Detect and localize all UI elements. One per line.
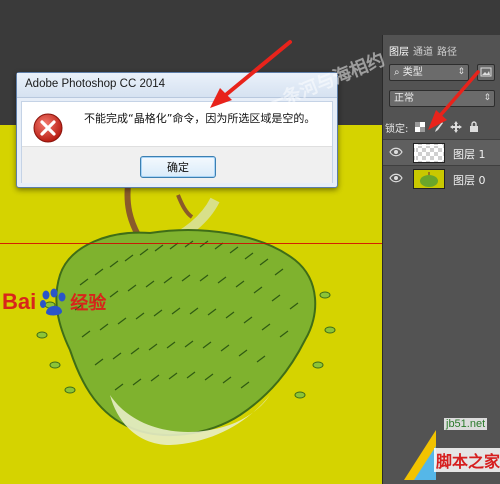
- ok-button[interactable]: 确定: [140, 156, 216, 178]
- layer-filter-select[interactable]: ⌕ 类型 ⇕: [389, 64, 469, 81]
- error-icon: [33, 113, 63, 143]
- watermark-name: 脚本之家: [434, 448, 500, 472]
- blend-mode-value: 正常: [394, 93, 414, 104]
- dialog-title: Adobe Photoshop CC 2014: [25, 78, 166, 90]
- layer-thumbnail-tree: [413, 169, 445, 189]
- tab-layers[interactable]: 图层: [389, 43, 409, 59]
- watermark-corner: jb51.net 脚本之家: [400, 412, 500, 484]
- baidu-logo-text: Bai: [2, 289, 37, 314]
- watermark-site: jb51.net: [444, 418, 488, 430]
- baidu-paw-icon: [40, 288, 66, 316]
- tree-thumbnail-icon: [420, 172, 438, 187]
- layer-name[interactable]: 图层 1: [453, 146, 486, 162]
- move-icon[interactable]: [450, 121, 463, 133]
- brush-icon[interactable]: [432, 121, 444, 133]
- chevron-updown-icon: ⇕: [483, 93, 491, 103]
- eye-icon[interactable]: [389, 173, 403, 183]
- lock-label: 锁定:: [385, 123, 409, 135]
- tab-paths[interactable]: 路径: [437, 43, 457, 59]
- layer-name[interactable]: 图层 0: [453, 172, 486, 188]
- eye-icon[interactable]: [389, 147, 403, 157]
- dialog-footer: 确定: [22, 146, 332, 183]
- layer-thumbnail-transparent: [413, 143, 445, 163]
- baidu-logo-suffix: 经验: [70, 293, 107, 313]
- search-icon: ⌕: [394, 67, 403, 78]
- image-icon: [480, 67, 492, 77]
- tab-channels[interactable]: 通道: [413, 43, 433, 59]
- filter-image-button[interactable]: [477, 64, 495, 81]
- filter-kind-value: 类型: [402, 67, 423, 78]
- layer-row-layer0[interactable]: 图层 0: [383, 165, 500, 191]
- layer-row-layer1[interactable]: 图层 1: [383, 139, 500, 165]
- lock-transparent-pixels-icon[interactable]: [414, 121, 426, 133]
- lock-row: 锁定:: [385, 118, 500, 136]
- lock-icon[interactable]: [468, 121, 480, 133]
- baidu-jingyan-logo: Bai 经验: [2, 287, 106, 317]
- blend-mode-select[interactable]: 正常 ⇕: [389, 90, 495, 107]
- panel-tabs: 图层 通道 路径: [383, 43, 500, 59]
- chevron-updown-icon: ⇕: [457, 67, 465, 77]
- dialog-body: 不能完成“晶格化”命令，因为所选区域是空的。 确定: [21, 101, 333, 183]
